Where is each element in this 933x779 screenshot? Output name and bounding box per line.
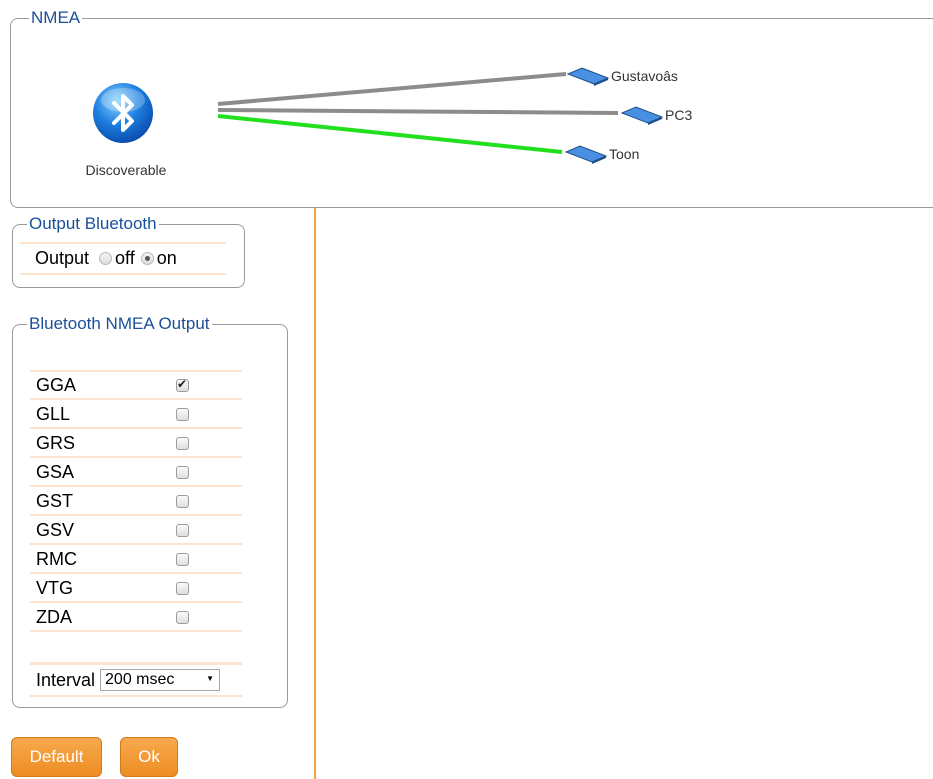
default-button[interactable]: Default [11,737,102,777]
zda-checkbox[interactable] [176,611,189,624]
output-label: Output [35,248,90,268]
output-on-label[interactable]: on [157,248,177,269]
connection-line-gustavoas [217,72,567,106]
connection-line-pc3 [217,108,619,115]
device-name: Gustavoâs [611,68,678,84]
output-row: Output off on [20,242,226,275]
sentence-label: ZDA [36,607,72,627]
sentence-row-gsa: GSA [30,460,242,487]
dropdown-arrow-icon: ▼ [206,674,215,683]
output-off-radio[interactable] [99,252,113,265]
sentence-row-vtg: VTG [30,576,242,603]
sentence-row-gst: GST [30,489,242,516]
interval-row: Interval 200 msec ▼ [30,662,242,697]
device-pc3[interactable]: PC3 [620,105,692,125]
sentence-label: GSA [36,462,75,482]
interval-label: Interval [36,669,96,690]
bluetooth-nmea-output-legend: Bluetooth NMEA Output [29,314,210,333]
sentence-label: GSV [36,520,75,540]
interval-select[interactable]: 200 msec ▼ [100,669,221,691]
sentence-row-rmc: RMC [30,547,242,574]
sentence-row-grs: GRS [30,431,242,458]
gsa-checkbox[interactable] [176,466,189,479]
connection-line-toon [217,114,563,154]
device-gustavoas[interactable]: Gustavoâs [566,66,678,86]
device-toon[interactable]: Toon [564,144,639,164]
bluetooth-icon [92,82,154,144]
table-header-spacer [30,352,120,372]
vertical-divider [314,208,316,779]
sentence-row-gsv: GSV [30,518,242,545]
sentence-label: GLL [36,404,71,424]
device-name: PC3 [665,107,693,123]
discoverable-status: Discoverable [85,162,167,178]
table-header-spacer [120,370,242,372]
laptop-icon [566,67,610,86]
laptop-icon [564,145,608,164]
sentence-label: RMC [36,549,77,569]
sentence-label: GRS [36,433,76,453]
sentence-row-zda: ZDA [30,605,242,632]
rmc-checkbox[interactable] [176,553,189,566]
grs-checkbox[interactable] [176,437,189,450]
gsv-checkbox[interactable] [176,524,189,537]
gst-checkbox[interactable] [176,495,189,508]
device-name: Toon [609,146,640,162]
sentence-label: GST [36,491,74,511]
output-off-label[interactable]: off [115,248,135,269]
sentence-label: GGA [36,375,77,395]
laptop-icon [620,106,664,125]
output-bluetooth-legend: Output Bluetooth [29,214,157,233]
interval-value: 200 msec [105,671,175,688]
gll-checkbox[interactable] [176,408,189,421]
vtg-checkbox[interactable] [176,582,189,595]
output-on-radio[interactable] [140,252,154,265]
gga-checkbox[interactable] [176,377,189,392]
ok-button[interactable]: Ok [120,737,178,777]
sentence-row-gga: GGA [30,373,242,400]
sentence-row-gll: GLL [30,402,242,429]
sentence-label: VTG [36,578,74,598]
